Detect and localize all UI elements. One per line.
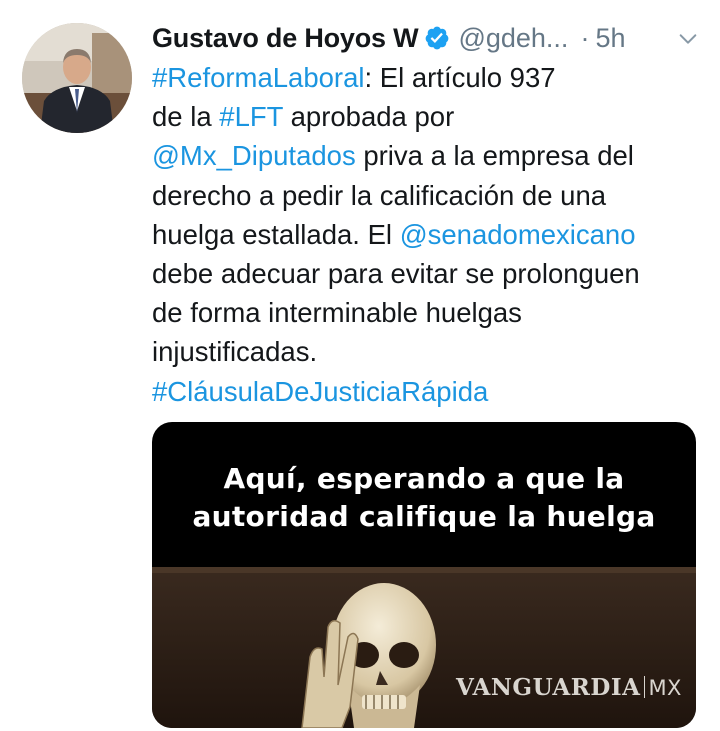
tweet-text-line: de forma interminable huelgas (152, 293, 692, 332)
tweet[interactable]: Gustavo de Hoyos W @gdeh... · 5h #Reform… (0, 0, 720, 731)
hashtag-link[interactable]: #ReformaLaboral (152, 62, 364, 93)
tweet-text-line: @Mx_Diputados priva a la empresa del (152, 136, 692, 175)
tweet-text-line: #ReformaLaboral: El artículo 937 (152, 58, 692, 97)
watermark: VANGUARDIA MX (456, 674, 682, 701)
tweet-timestamp[interactable]: 5h (595, 23, 625, 54)
hashtag-link[interactable]: #CláusulaDeJusticiaRápida (152, 376, 488, 407)
tweet-header: Gustavo de Hoyos W @gdeh... · 5h (152, 18, 700, 58)
tweet-text-segment: de la (152, 101, 220, 133)
tweet-text-segment: derecho a pedir la calificación de una (152, 179, 607, 211)
media-caption-line: Aquí, esperando a que la (223, 462, 625, 495)
tweet-text-segment: priva a la empresa del (355, 140, 634, 172)
tweet-text-line: derecho a pedir la calificación de una (152, 176, 692, 215)
mention-link[interactable]: @senadomexicano (400, 219, 636, 250)
author-name[interactable]: Gustavo de Hoyos W (152, 23, 419, 54)
tweet-text-line: de la #LFT aprobada por (152, 97, 692, 136)
media-caption: Aquí, esperando a que la autoridad calif… (152, 460, 696, 536)
media-caption-line: autoridad califique la huelga (192, 500, 656, 533)
tweet-text: #ReformaLaboral: El artículo 937 de la #L… (152, 58, 692, 411)
author-handle[interactable]: @gdeh... (458, 23, 568, 54)
tweet-text-segment: injustificadas. (152, 336, 318, 368)
tweet-text-segment: debe adecuar para evitar se prolonguen (152, 258, 640, 290)
tweet-text-line: huelga estallada. El @senadomexicano (152, 215, 692, 254)
watermark-text: VANGUARDIA (456, 674, 641, 701)
tweet-text-segment: huelga estallada. El (152, 218, 400, 250)
tweet-text-line: injustificadas. (152, 332, 692, 371)
mention-link[interactable]: @Mx_Diputados (152, 140, 356, 171)
watermark-divider (644, 676, 646, 698)
tweet-media[interactable]: Aquí, esperando a que la autoridad calif… (152, 422, 696, 728)
tweet-text-segment: de forma interminable huelgas (152, 297, 522, 329)
watermark-suffix: MX (648, 676, 682, 700)
tweet-text-segment: aprobada por (282, 101, 455, 133)
tweet-text-line: #CláusulaDeJusticiaRápida (152, 372, 692, 411)
avatar[interactable] (22, 23, 132, 133)
verified-badge-icon (426, 26, 449, 50)
tweet-text-segment: : El artículo 937 (364, 62, 556, 93)
skeleton-photo (152, 567, 696, 728)
hashtag-link[interactable]: #LFT (219, 101, 283, 132)
chevron-down-icon[interactable] (677, 28, 699, 50)
tweet-text-line: debe adecuar para evitar se prolonguen (152, 254, 692, 293)
header-separator: · (580, 22, 590, 53)
